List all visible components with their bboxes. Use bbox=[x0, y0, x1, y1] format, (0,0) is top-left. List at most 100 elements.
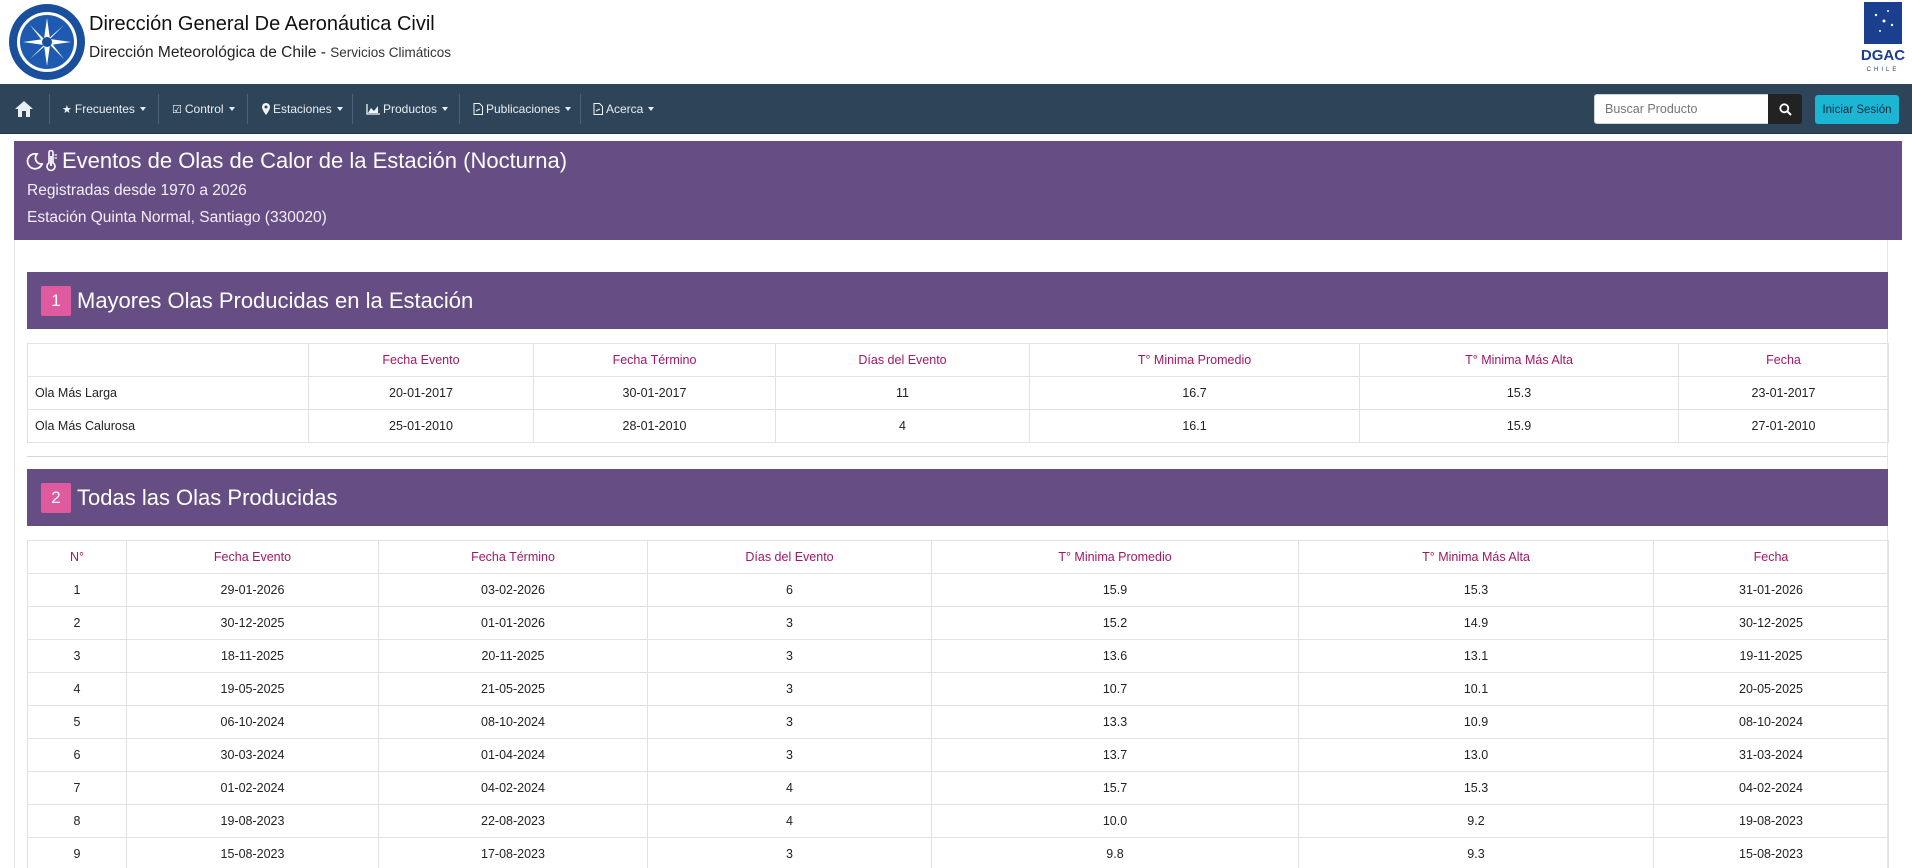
login-button[interactable]: Iniciar Sesión bbox=[1815, 95, 1899, 124]
table-cell: 28-01-2010 bbox=[533, 409, 776, 443]
agency-subtitle: Dirección Meteorológica de Chile - Servi… bbox=[89, 44, 451, 62]
table-cell: 4 bbox=[27, 672, 127, 706]
nav-control[interactable]: ☑ Control bbox=[172, 84, 235, 134]
table-cell: 08-10-2024 bbox=[1653, 705, 1889, 739]
subtitle-small: Servicios Climáticos bbox=[330, 45, 452, 60]
nav-estaciones[interactable]: Estaciones bbox=[262, 84, 343, 134]
table-cell: 15.3 bbox=[1359, 376, 1679, 410]
check-square-icon: ☑ bbox=[172, 103, 182, 116]
area-chart-icon bbox=[366, 103, 380, 115]
home-icon[interactable] bbox=[13, 99, 35, 119]
table-cell: 13.7 bbox=[931, 738, 1299, 772]
table-cell: 16.7 bbox=[1029, 376, 1360, 410]
nav-separator bbox=[459, 94, 460, 124]
column-header: T° Minima Más Alta bbox=[1298, 540, 1654, 574]
column-header: Días del Evento bbox=[647, 540, 932, 574]
file-pdf-icon bbox=[593, 103, 603, 115]
column-header: Fecha bbox=[1678, 343, 1889, 377]
dgac-logo-icon[interactable]: DGAC CHILE bbox=[1856, 1, 1908, 77]
table-cell: 7 bbox=[27, 771, 127, 805]
nav-frecuentes[interactable]: ★ Frecuentes bbox=[62, 84, 146, 134]
search-button[interactable] bbox=[1768, 94, 1802, 124]
column-header bbox=[27, 343, 309, 377]
table-row: 3 18-11-2025 20-11-2025 3 13.6 13.1 19-11-2025 bbox=[27, 639, 1889, 673]
divider bbox=[27, 456, 1888, 457]
nav-productos[interactable]: Productos bbox=[366, 84, 449, 134]
table-cell: 29-01-2026 bbox=[126, 573, 379, 607]
section-title: Mayores Olas Producidas en la Estación bbox=[77, 287, 474, 313]
section-title: Todas las Olas Producidas bbox=[77, 484, 338, 510]
table-cell: 30-12-2025 bbox=[1653, 606, 1889, 640]
all-waves-body: 1 29-01-2026 03-02-2026 6 15.9 15.3 31-01-2026… bbox=[27, 573, 1889, 868]
table-cell: 9.2 bbox=[1298, 804, 1654, 838]
table-row: Ola Más Larga 20-01-2017 30-01-2017 11 16.7 1… bbox=[27, 376, 1889, 410]
table-cell: 3 bbox=[647, 738, 932, 772]
table-cell: 13.0 bbox=[1298, 738, 1654, 772]
nav-separator bbox=[580, 94, 581, 124]
nav-estaciones-label: Estaciones bbox=[273, 102, 332, 116]
table-cell: 3 bbox=[647, 837, 932, 868]
table-cell: 04-02-2024 bbox=[378, 771, 648, 805]
nav-separator bbox=[247, 94, 248, 124]
column-header: N° bbox=[27, 540, 127, 574]
table-cell: 27-01-2010 bbox=[1678, 409, 1889, 443]
table-cell: 4 bbox=[647, 771, 932, 805]
table-cell: 15.9 bbox=[1359, 409, 1679, 443]
table-cell: 10.7 bbox=[931, 672, 1299, 706]
table-cell: 19-08-2023 bbox=[126, 804, 379, 838]
table-cell: 22-08-2023 bbox=[378, 804, 648, 838]
table-row: 9 15-08-2023 17-08-2023 3 9.8 9.3 15-08-2023 bbox=[27, 837, 1889, 868]
table-cell: 19-05-2025 bbox=[126, 672, 379, 706]
table-cell: 8 bbox=[27, 804, 127, 838]
table-cell: 20-01-2017 bbox=[308, 376, 534, 410]
nav-acerca[interactable]: Acerca bbox=[593, 84, 655, 134]
table-cell: 08-10-2024 bbox=[378, 705, 648, 739]
table-cell: 15-08-2023 bbox=[1653, 837, 1889, 868]
table-cell: 21-05-2025 bbox=[378, 672, 648, 706]
subtitle-main: Dirección Meteorológica de Chile bbox=[89, 44, 317, 61]
agency-title: Dirección General De Aeronáutica Civil bbox=[89, 13, 435, 35]
table-cell: 3 bbox=[647, 606, 932, 640]
table-row: 6 30-03-2024 01-04-2024 3 13.7 13.0 31-03-2024 bbox=[27, 738, 1889, 772]
table-header-row: Fecha Evento Fecha Término Días del Even… bbox=[27, 343, 1889, 377]
column-header: T° Minima Más Alta bbox=[1359, 343, 1679, 377]
table-cell: 16.1 bbox=[1029, 409, 1360, 443]
column-header: Fecha bbox=[1653, 540, 1889, 574]
table-cell: 5 bbox=[27, 705, 127, 739]
star-icon: ★ bbox=[62, 103, 72, 116]
table-cell: 23-01-2017 bbox=[1678, 376, 1889, 410]
nav-control-label: Control bbox=[184, 102, 224, 116]
map-marker-icon bbox=[262, 103, 270, 115]
table-cell: 10.9 bbox=[1298, 705, 1654, 739]
table-cell: 04-02-2024 bbox=[1653, 771, 1889, 805]
column-header: T° Minima Promedio bbox=[931, 540, 1299, 574]
table-cell: 15.2 bbox=[931, 606, 1299, 640]
table-cell: 31-03-2024 bbox=[1653, 738, 1889, 772]
table-cell: 13.3 bbox=[931, 705, 1299, 739]
moon-icon bbox=[26, 152, 44, 170]
section-2-header: 2 Todas las Olas Producidas bbox=[27, 469, 1888, 526]
table-row: Ola Más Calurosa 25-01-2010 28-01-2010 4 16.… bbox=[27, 409, 1889, 443]
nav-productos-label: Productos bbox=[383, 102, 438, 116]
top-waves-table: Fecha Evento Fecha Término Días del Even… bbox=[27, 343, 1889, 443]
table-cell: 15-08-2023 bbox=[126, 837, 379, 868]
section-badge: 1 bbox=[41, 285, 71, 316]
search-input[interactable] bbox=[1594, 94, 1770, 124]
table-cell: 11 bbox=[775, 376, 1030, 410]
table-cell: 4 bbox=[647, 804, 932, 838]
caret-down-icon bbox=[228, 107, 235, 111]
column-header: Fecha Término bbox=[533, 343, 776, 377]
table-row: 1 29-01-2026 03-02-2026 6 15.9 15.3 31-01-2026 bbox=[27, 573, 1889, 607]
table-cell: 15.3 bbox=[1298, 771, 1654, 805]
site-header: Dirección General De Aeronáutica Civil D… bbox=[0, 0, 1912, 84]
nav-publicaciones-label: Publicaciones bbox=[486, 102, 561, 116]
dmc-seal-icon[interactable] bbox=[6, 2, 88, 82]
caret-down-icon bbox=[648, 107, 655, 111]
table-cell: 13.1 bbox=[1298, 639, 1654, 673]
table-row: 8 19-08-2023 22-08-2023 4 10.0 9.2 19-08-2023 bbox=[27, 804, 1889, 838]
table-cell: 17-08-2023 bbox=[378, 837, 648, 868]
table-cell: 9.8 bbox=[931, 837, 1299, 868]
nav-publicaciones[interactable]: Publicaciones bbox=[473, 84, 572, 134]
table-cell: 14.9 bbox=[1298, 606, 1654, 640]
search-icon bbox=[1778, 102, 1792, 116]
